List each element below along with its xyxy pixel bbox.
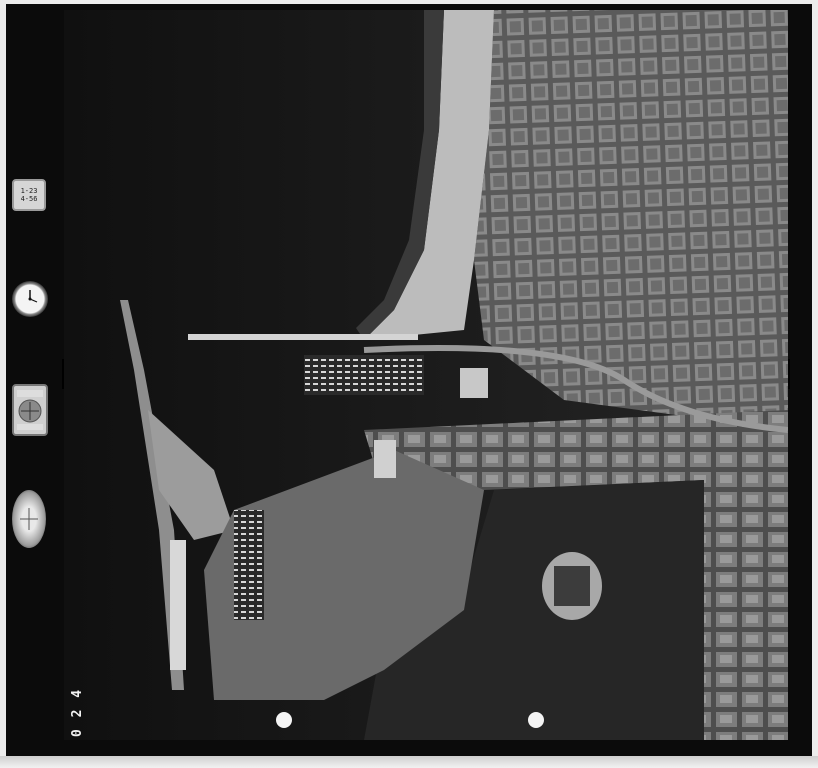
warehouse-2 — [374, 440, 396, 478]
aerial-photo — [64, 10, 788, 740]
clock-icon — [12, 281, 48, 317]
level-bubble-icon — [12, 490, 46, 548]
altimeter-icon — [12, 384, 48, 436]
breakwater-north — [188, 334, 418, 340]
fiducial-mark — [276, 712, 292, 728]
marina-north — [304, 355, 424, 395]
film-edge — [0, 756, 818, 768]
aerial-scene — [64, 10, 788, 740]
stadium-field — [554, 566, 590, 606]
counter-line-1: 1-23 — [20, 187, 38, 195]
counter-line-2: 4-56 — [20, 195, 38, 203]
marina-west — [234, 510, 264, 620]
warehouse-1 — [460, 368, 488, 398]
frame-number: 0 2 4 — [70, 687, 85, 737]
clock-hands-icon — [28, 290, 38, 303]
city-north — [474, 10, 788, 430]
pier-sheds — [170, 540, 186, 670]
fiducial-mark — [528, 712, 544, 728]
counter-display-icon: 1-23 4-56 — [12, 179, 46, 211]
altimeter-face-icon — [17, 390, 43, 430]
